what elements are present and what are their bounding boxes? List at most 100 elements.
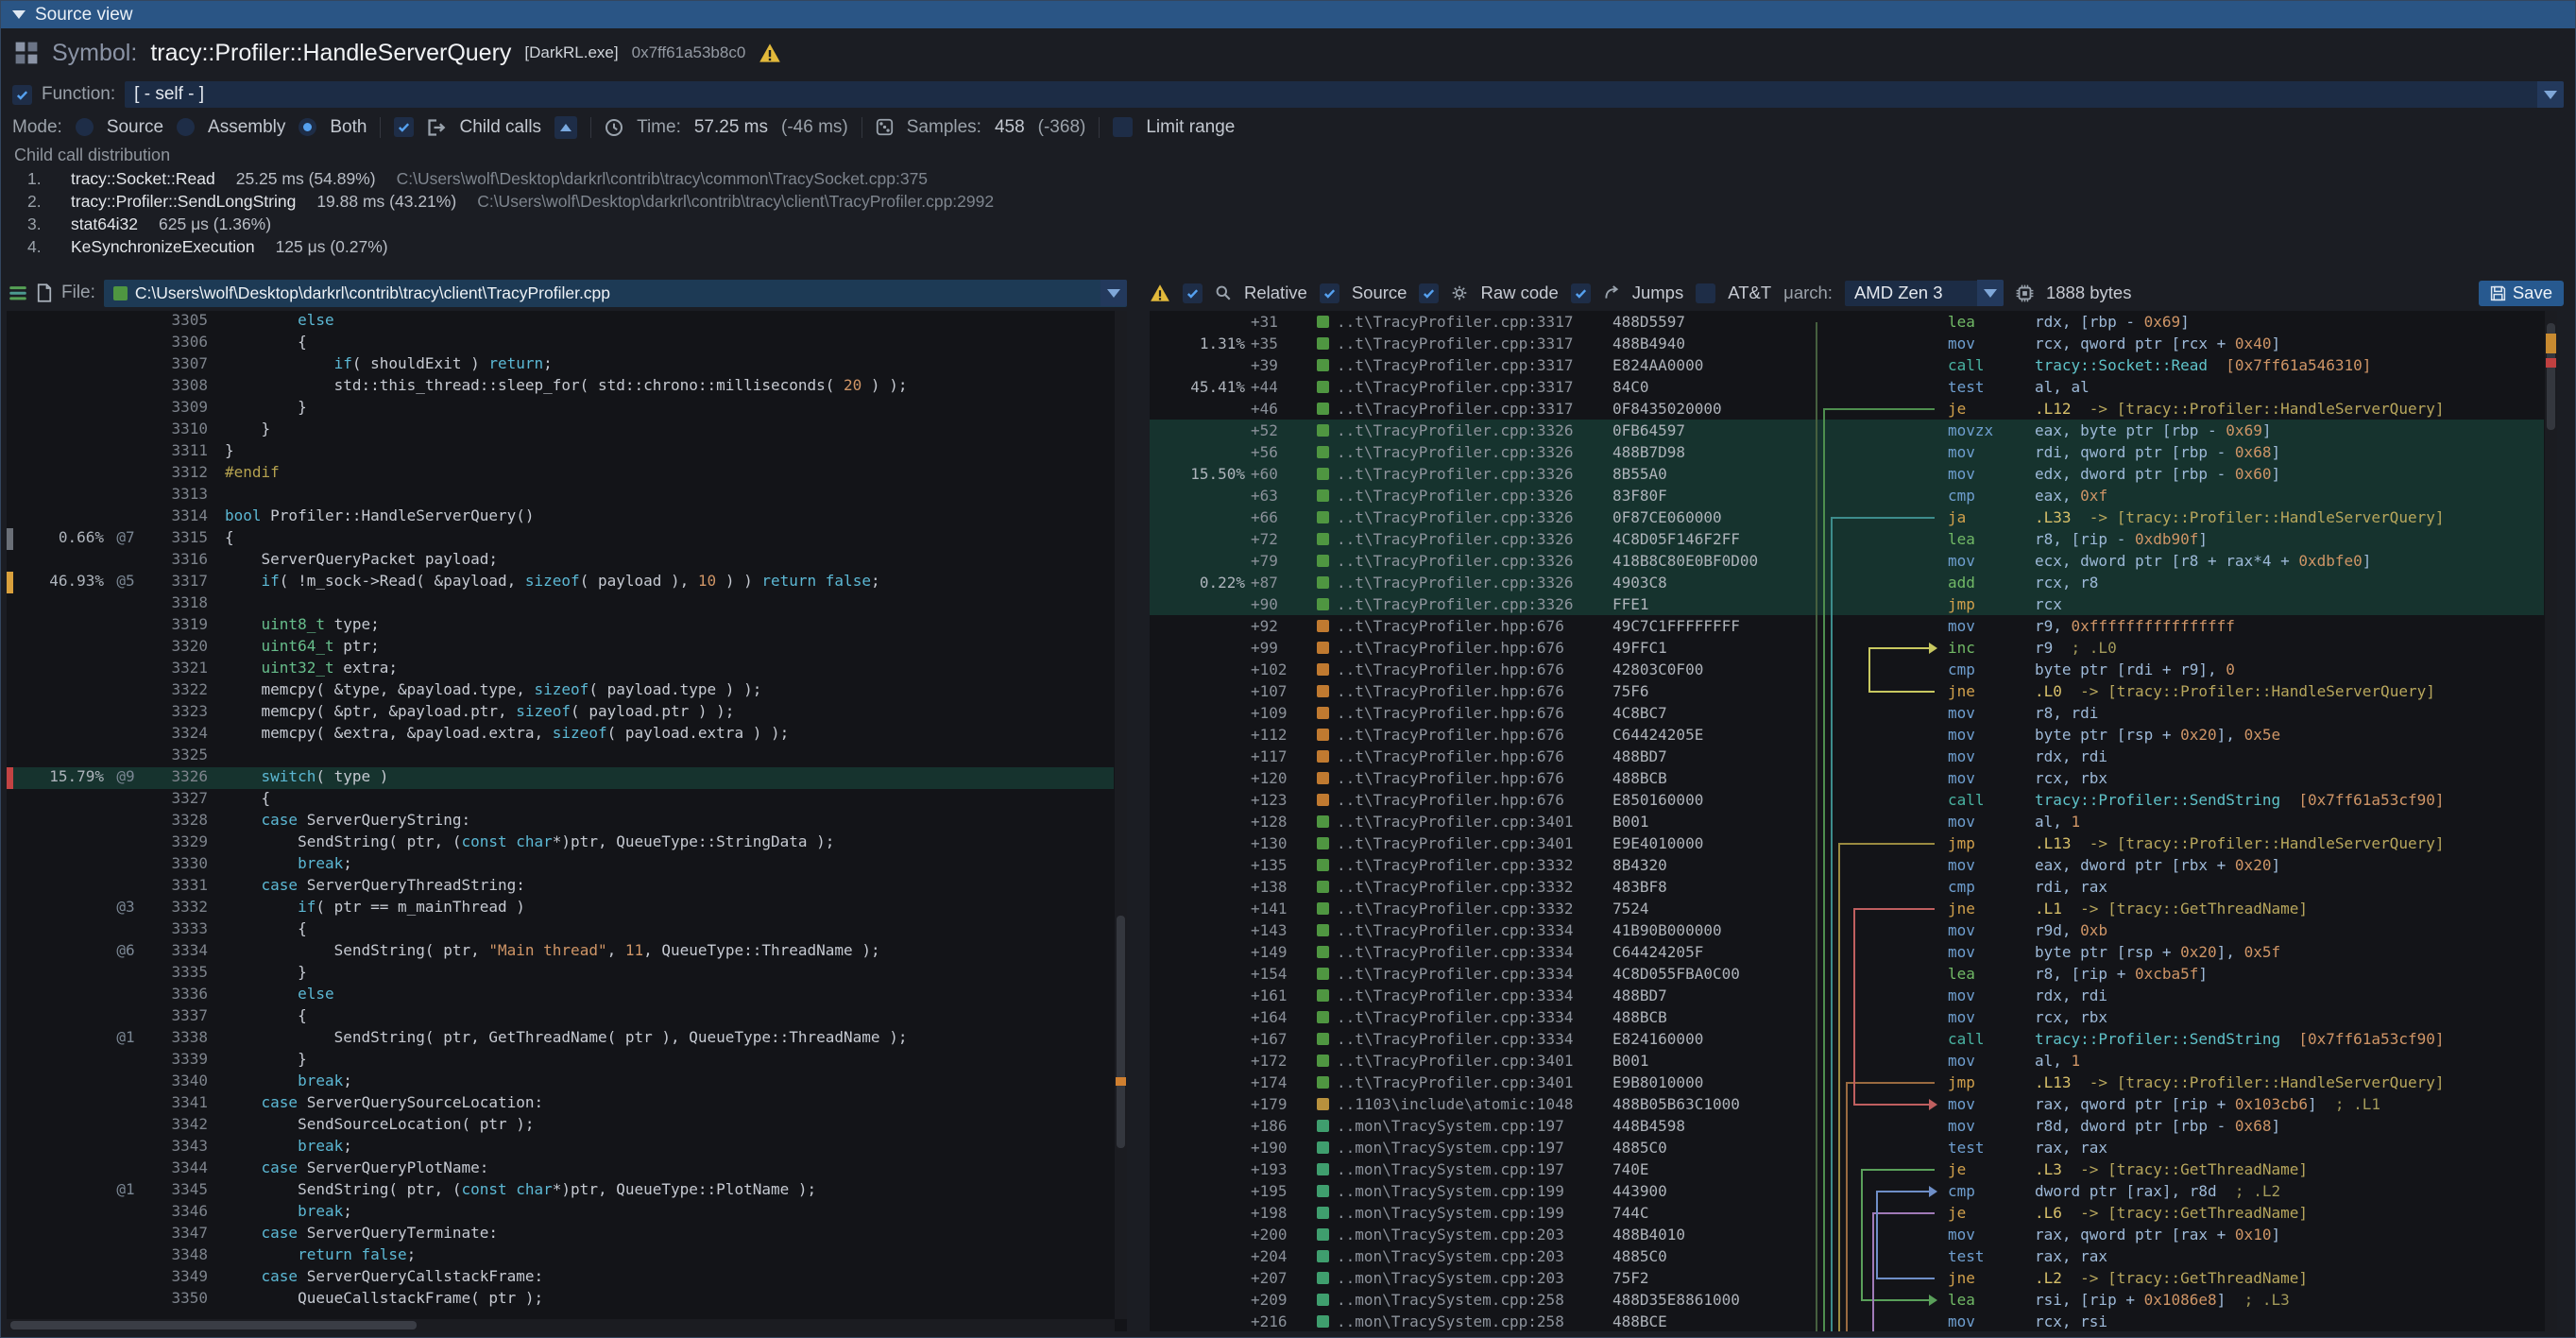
source-line[interactable]: 3335 } — [7, 963, 1114, 985]
asm-source-location[interactable]: ..t\TracyProfiler.cpp:3334 — [1337, 965, 1612, 983]
source-line[interactable]: 3319 uint8_t type; — [7, 615, 1114, 637]
source-line[interactable]: 3306 { — [7, 333, 1114, 354]
source-line[interactable]: 3339 } — [7, 1050, 1114, 1072]
save-button[interactable]: Save — [2479, 281, 2564, 306]
assembly-row[interactable]: +186..mon\TracySystem.cpp:197448B4598mov… — [1150, 1115, 2544, 1137]
assembly-row[interactable]: +39..t\TracyProfiler.cpp:3317E824AA0000c… — [1150, 354, 2544, 376]
asm-source-location[interactable]: ..mon\TracySystem.cpp:197 — [1337, 1139, 1612, 1157]
child-call-item[interactable]: 3.stat64i32625 μs (1.36%) — [14, 213, 2562, 235]
asm-source-location[interactable]: ..t\TracyProfiler.cpp:3326 — [1337, 530, 1612, 548]
asm-source-location[interactable]: ..mon\TracySystem.cpp:258 — [1337, 1312, 1612, 1330]
source-line[interactable]: 3341 case ServerQuerySourceLocation: — [7, 1093, 1114, 1115]
source-line[interactable]: 3329 SendString( ptr, (const char*)ptr, … — [7, 832, 1114, 854]
assembly-row[interactable]: +66..t\TracyProfiler.cpp:33260F87CE06000… — [1150, 506, 2544, 528]
assembly-row[interactable]: +204..mon\TracySystem.cpp:2034885C0testr… — [1150, 1245, 2544, 1267]
assembly-row[interactable]: +149..t\TracyProfiler.cpp:3334C64424205F… — [1150, 941, 2544, 963]
source-line[interactable]: 3343 break; — [7, 1137, 1114, 1158]
asm-source-location[interactable]: ..t\TracyProfiler.cpp:3326 — [1337, 443, 1612, 461]
asm-source-location[interactable]: ..t\TracyProfiler.cpp:3401 — [1337, 813, 1612, 831]
asm-source-location[interactable]: ..mon\TracySystem.cpp:203 — [1337, 1247, 1612, 1265]
asm-source-location[interactable]: ..t\TracyProfiler.cpp:3317 — [1337, 334, 1612, 352]
source-line[interactable]: 3309 } — [7, 398, 1114, 420]
asm-source-location[interactable]: ..t\TracyProfiler.cpp:3401 — [1337, 1073, 1612, 1091]
assembly-row[interactable]: +207..mon\TracySystem.cpp:20375F2jne.L2 … — [1150, 1267, 2544, 1289]
assembly-row[interactable]: +52..t\TracyProfiler.cpp:33260FB64597mov… — [1150, 420, 2544, 441]
assembly-row[interactable]: +161..t\TracyProfiler.cpp:3334488BD7movr… — [1150, 985, 2544, 1006]
source-line[interactable]: 3312#endif — [7, 463, 1114, 485]
mode-radio-both[interactable] — [299, 118, 316, 136]
assembly-row[interactable]: +135..t\TracyProfiler.cpp:33328B4320move… — [1150, 854, 2544, 876]
assembly-row[interactable]: 0.22%+87..t\TracyProfiler.cpp:33264903C8… — [1150, 572, 2544, 593]
scrollbar-thumb[interactable] — [10, 1321, 417, 1329]
child-calls-checkbox[interactable] — [394, 117, 414, 137]
function-combo-caret[interactable] — [2537, 81, 2564, 108]
source-line[interactable]: @13338 SendString( ptr, GetThreadName( p… — [7, 1028, 1114, 1050]
source-line[interactable]: 3348 return false; — [7, 1245, 1114, 1267]
assembly-row[interactable]: +63..t\TracyProfiler.cpp:332683F80Fcmpea… — [1150, 485, 2544, 506]
assembly-row[interactable]: +109..t\TracyProfiler.hpp:6764C8BC7movr8… — [1150, 702, 2544, 724]
source-line[interactable]: 3340 break; — [7, 1072, 1114, 1093]
window-titlebar[interactable]: Source view — [1, 1, 2575, 28]
asm-source-location[interactable]: ..t\TracyProfiler.cpp:3334 — [1337, 986, 1612, 1004]
source-line[interactable]: 3316 ServerQueryPacket payload; — [7, 550, 1114, 572]
uarch-combo[interactable]: AMD Zen 3 — [1845, 281, 2004, 306]
source-line[interactable]: 3307 if( shouldExit ) return; — [7, 354, 1114, 376]
assembly-row[interactable]: +195..mon\TracySystem.cpp:199443900cmpdw… — [1150, 1180, 2544, 1202]
asm-source-location[interactable]: ..mon\TracySystem.cpp:197 — [1337, 1160, 1612, 1178]
source-line[interactable]: 3346 break; — [7, 1202, 1114, 1224]
asm-source-location[interactable]: ..t\TracyProfiler.cpp:3334 — [1337, 921, 1612, 939]
asm-source-location[interactable]: ..t\TracyProfiler.cpp:3334 — [1337, 943, 1612, 961]
assembly-row[interactable]: +99..t\TracyProfiler.hpp:67649FFC1incr9 … — [1150, 637, 2544, 659]
asm-source-location[interactable]: ..t\TracyProfiler.hpp:676 — [1337, 617, 1612, 635]
source-line[interactable]: 3336 else — [7, 985, 1114, 1006]
source-line[interactable]: 15.79%@93326 switch( type ) — [7, 767, 1114, 789]
assembly-row[interactable]: +31..t\TracyProfiler.cpp:3317488D5597lea… — [1150, 311, 2544, 333]
warning-icon[interactable] — [759, 43, 781, 63]
asm-source-location[interactable]: ..t\TracyProfiler.cpp:3326 — [1337, 508, 1612, 526]
source-line[interactable]: 3321 uint32_t extra; — [7, 659, 1114, 680]
assembly-row[interactable]: +90..t\TracyProfiler.cpp:3326FFE1jmprcx — [1150, 593, 2544, 615]
assembly-row[interactable]: +198..mon\TracySystem.cpp:199744Cje.L6 -… — [1150, 1202, 2544, 1224]
child-call-item[interactable]: 1.tracy::Socket::Read25.25 ms (54.89%)C:… — [14, 167, 2562, 190]
asm-source-location[interactable]: ..t\TracyProfiler.hpp:676 — [1337, 791, 1612, 809]
scrollbar-thumb[interactable] — [1117, 916, 1125, 1147]
assembly-row[interactable]: +112..t\TracyProfiler.hpp:676C64424205Em… — [1150, 724, 2544, 746]
asm-source-location[interactable]: ..mon\TracySystem.cpp:199 — [1337, 1182, 1612, 1200]
assembly-row[interactable]: +107..t\TracyProfiler.hpp:67675F6jne.L0 … — [1150, 680, 2544, 702]
source-line[interactable]: 3323 memcpy( &ptr, &payload.ptr, sizeof(… — [7, 702, 1114, 724]
source-checkbox[interactable] — [1320, 283, 1339, 303]
asm-source-location[interactable]: ..mon\TracySystem.cpp:203 — [1337, 1269, 1612, 1287]
asm-source-location[interactable]: ..t\TracyProfiler.cpp:3334 — [1337, 1008, 1612, 1026]
asm-source-location[interactable]: ..mon\TracySystem.cpp:258 — [1337, 1291, 1612, 1309]
source-line[interactable]: 3347 case ServerQueryTerminate: — [7, 1224, 1114, 1245]
source-line[interactable]: 3331 case ServerQueryThreadString: — [7, 876, 1114, 898]
asm-source-location[interactable]: ..t\TracyProfiler.hpp:676 — [1337, 639, 1612, 657]
asm-source-location[interactable]: ..t\TracyProfiler.cpp:3326 — [1337, 552, 1612, 570]
assembly-row[interactable]: +72..t\TracyProfiler.cpp:33264C8D05F146F… — [1150, 528, 2544, 550]
source-line[interactable]: 3350 QueueCallstackFrame( ptr ); — [7, 1289, 1114, 1311]
asm-source-location[interactable]: ..t\TracyProfiler.cpp:3334 — [1337, 1030, 1612, 1048]
child-calls-direction-button[interactable] — [554, 116, 577, 139]
asm-source-location[interactable]: ..t\TracyProfiler.hpp:676 — [1337, 682, 1612, 700]
source-horizontal-scrollbar[interactable] — [7, 1319, 1115, 1331]
assembly-row[interactable]: +102..t\TracyProfiler.hpp:67642803C0F00c… — [1150, 659, 2544, 680]
assembly-row[interactable]: 45.41%+44..t\TracyProfiler.cpp:331784C0t… — [1150, 376, 2544, 398]
assembly-row[interactable]: +130..t\TracyProfiler.cpp:3401E9E4010000… — [1150, 832, 2544, 854]
source-line[interactable]: 3344 case ServerQueryPlotName: — [7, 1158, 1114, 1180]
assembly-row[interactable]: +174..t\TracyProfiler.cpp:3401E9B8010000… — [1150, 1072, 2544, 1093]
source-line[interactable]: 3337 { — [7, 1006, 1114, 1028]
file-combo-caret[interactable] — [1100, 280, 1127, 306]
asm-source-location[interactable]: ..t\TracyProfiler.hpp:676 — [1337, 660, 1612, 678]
assembly-row[interactable]: +193..mon\TracySystem.cpp:197740Eje.L3 -… — [1150, 1158, 2544, 1180]
asm-source-location[interactable]: ..t\TracyProfiler.hpp:676 — [1337, 704, 1612, 722]
relative-checkbox[interactable] — [1183, 283, 1203, 303]
source-line[interactable]: @33332 if( ptr == m_mainThread ) — [7, 898, 1114, 919]
function-combo[interactable]: [ - self - ] — [125, 81, 2564, 108]
assembly-vertical-scrollbar[interactable] — [2545, 311, 2557, 1331]
asm-source-location[interactable]: ..t\TracyProfiler.cpp:3401 — [1337, 1052, 1612, 1070]
source-line[interactable]: 3349 case ServerQueryCallstackFrame: — [7, 1267, 1114, 1289]
asm-source-location[interactable]: ..t\TracyProfiler.cpp:3326 — [1337, 487, 1612, 505]
asm-source-location[interactable]: ..t\TracyProfiler.hpp:676 — [1337, 747, 1612, 765]
asm-source-location[interactable]: ..mon\TracySystem.cpp:199 — [1337, 1204, 1612, 1222]
source-line[interactable]: 3322 memcpy( &type, &payload.type, sizeo… — [7, 680, 1114, 702]
